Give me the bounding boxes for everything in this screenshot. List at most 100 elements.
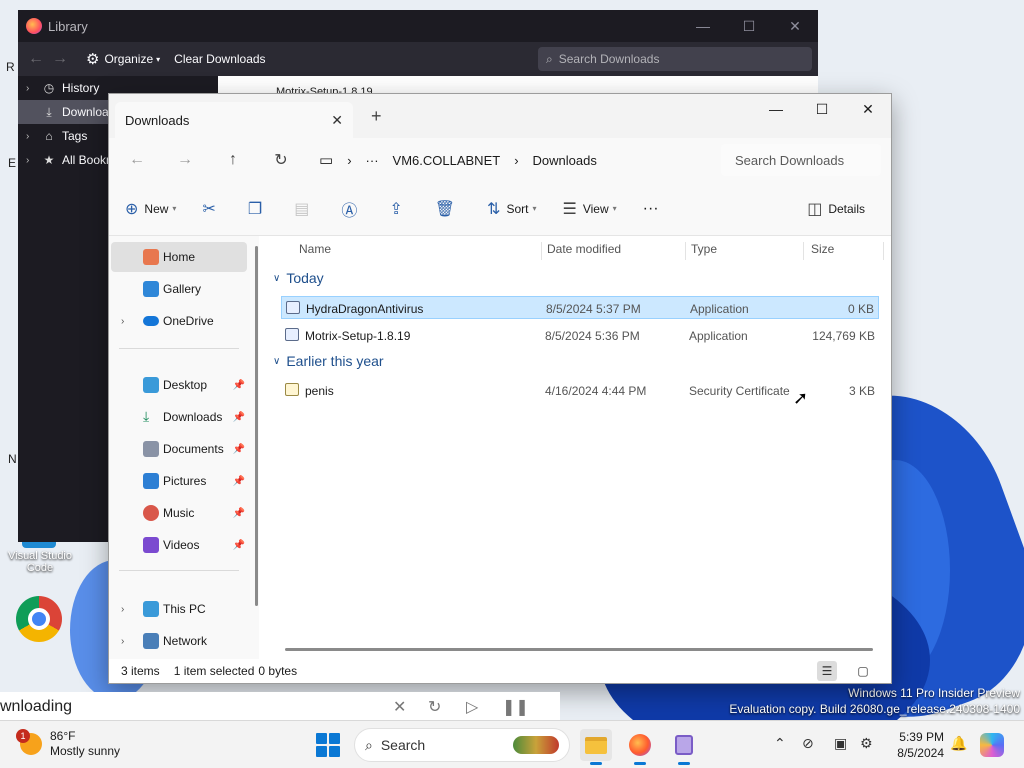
- back-arrow-icon[interactable]: ←: [24, 50, 48, 68]
- firefox-taskbar-button[interactable]: [624, 729, 656, 765]
- minimize-icon[interactable]: —: [753, 94, 799, 124]
- column-divider[interactable]: [883, 242, 884, 260]
- nav-item-documents[interactable]: Documents 📌: [111, 434, 247, 464]
- nav-item-pictures[interactable]: Pictures 📌: [111, 466, 247, 496]
- minimize-icon[interactable]: —: [680, 18, 726, 35]
- vpn-icon[interactable]: ⚙: [860, 735, 873, 752]
- nav-scrollbar[interactable]: [255, 246, 258, 606]
- chevron-right-icon[interactable]: ›: [121, 604, 124, 615]
- breadcrumb-downloads[interactable]: Downloads: [533, 153, 597, 168]
- column-divider[interactable]: [541, 242, 542, 260]
- file-explorer-taskbar-button[interactable]: [580, 729, 612, 765]
- breadcrumb-overflow[interactable]: ···: [366, 153, 379, 168]
- refresh-icon[interactable]: ↻: [428, 697, 441, 717]
- share-button[interactable]: ⇪: [389, 199, 408, 219]
- notepad-taskbar-button[interactable]: [668, 729, 700, 765]
- refresh-icon[interactable]: ↻: [257, 150, 305, 170]
- chevron-right-icon[interactable]: ›: [26, 131, 40, 142]
- chevron-right-icon[interactable]: ›: [26, 155, 40, 166]
- details-pane-icon: ◫: [807, 200, 823, 218]
- nav-item-onedrive[interactable]: › OneDrive: [111, 306, 247, 336]
- breadcrumb-pc[interactable]: VM6.COLLABNET: [393, 153, 501, 168]
- nav-item-this-pc[interactable]: › This PC: [111, 594, 247, 624]
- search-input[interactable]: Search Downloads: [721, 144, 881, 176]
- organize-button[interactable]: ⚙ Organize ▾: [86, 50, 160, 68]
- pause-icon[interactable]: ❚❚: [502, 697, 529, 717]
- table-row[interactable]: penis 4/16/2024 4:44 PM Security Certifi…: [281, 379, 879, 402]
- pin-icon[interactable]: 📌: [233, 380, 245, 391]
- tab-downloads[interactable]: Downloads ✕: [115, 102, 353, 138]
- view-button[interactable]: ☰ View ▾: [562, 199, 616, 219]
- home-icon: [143, 249, 159, 265]
- up-arrow-icon[interactable]: ↑: [209, 151, 257, 169]
- column-header-type[interactable]: Type: [691, 242, 717, 256]
- column-header-size[interactable]: Size: [811, 242, 834, 256]
- back-arrow-icon[interactable]: ←: [113, 151, 161, 169]
- paste-button[interactable]: ▤: [294, 199, 315, 219]
- nav-item-network[interactable]: › Network: [111, 626, 247, 656]
- column-divider[interactable]: [685, 242, 686, 260]
- clear-downloads-button[interactable]: Clear Downloads: [174, 52, 265, 66]
- table-row[interactable]: Motrix-Setup-1.8.19 8/5/2024 5:36 PM App…: [281, 324, 879, 347]
- pin-icon[interactable]: 📌: [233, 444, 245, 455]
- library-search-input[interactable]: ⌕ Search Downloads: [538, 47, 812, 71]
- close-tab-icon[interactable]: ✕: [331, 112, 343, 129]
- close-icon[interactable]: ✕: [772, 18, 818, 35]
- column-divider[interactable]: [803, 242, 804, 260]
- chevron-right-icon[interactable]: ›: [347, 153, 351, 168]
- pin-icon[interactable]: 📌: [233, 508, 245, 519]
- chevron-right-icon[interactable]: ›: [514, 153, 518, 168]
- new-tab-icon[interactable]: +: [371, 106, 382, 127]
- nav-item-gallery[interactable]: Gallery: [111, 274, 247, 304]
- forward-arrow-icon[interactable]: →: [48, 50, 72, 68]
- chevron-right-icon[interactable]: ›: [121, 636, 124, 647]
- chrome-icon[interactable]: [16, 596, 62, 642]
- new-button[interactable]: ⊕ New ▾: [125, 199, 176, 219]
- maximize-icon[interactable]: ☐: [726, 18, 772, 35]
- maximize-icon[interactable]: ☐: [799, 94, 845, 124]
- breadcrumb[interactable]: ▭ › ··· VM6.COLLABNET › Downloads: [319, 145, 611, 175]
- pin-icon[interactable]: 📌: [233, 412, 245, 423]
- play-icon[interactable]: ▷: [466, 697, 478, 717]
- group-header-today[interactable]: ∨ Today: [273, 270, 324, 286]
- chevron-right-icon[interactable]: ›: [121, 316, 124, 327]
- table-row[interactable]: HydraDragonAntivirus 8/5/2024 5:37 PM Ap…: [281, 296, 879, 319]
- nav-item-downloads[interactable]: ⤓ Downloads 📌: [111, 402, 247, 432]
- close-icon[interactable]: ✕: [845, 94, 891, 124]
- cut-button[interactable]: ✂: [202, 199, 221, 219]
- library-titlebar[interactable]: Library — ☐ ✕: [18, 10, 818, 42]
- column-header-date[interactable]: Date modified: [547, 242, 621, 256]
- weather-widget[interactable]: 1 86°F Mostly sunny: [16, 729, 120, 759]
- tiles-view-icon[interactable]: ▢: [853, 661, 873, 681]
- sort-button[interactable]: ⇅ Sort ▾: [487, 199, 536, 219]
- start-button[interactable]: [316, 733, 340, 757]
- taskbar-search[interactable]: ⌕ Search: [354, 728, 570, 762]
- new-label: New: [144, 201, 169, 216]
- copilot-icon[interactable]: [980, 733, 1004, 757]
- column-header-name[interactable]: Name: [299, 242, 331, 256]
- monitor-icon: ▭: [319, 152, 334, 169]
- pin-icon[interactable]: 📌: [233, 540, 245, 551]
- horizontal-scrollbar[interactable]: [285, 648, 873, 651]
- copy-button[interactable]: ❐: [248, 199, 268, 219]
- see-more-button[interactable]: ···: [643, 200, 659, 218]
- nav-item-music[interactable]: Music 📌: [111, 498, 247, 528]
- group-header-earlier[interactable]: ∨ Earlier this year: [273, 353, 384, 369]
- nav-item-home[interactable]: Home: [111, 242, 247, 272]
- system-clock[interactable]: 5:39 PM 8/5/2024: [874, 729, 944, 761]
- close-icon[interactable]: ✕: [393, 697, 406, 717]
- delete-button[interactable]: 🗑: [435, 199, 461, 219]
- pin-icon[interactable]: 📌: [233, 476, 245, 487]
- chevron-right-icon[interactable]: ›: [26, 83, 40, 94]
- details-pane-button[interactable]: ◫ Details: [807, 199, 865, 219]
- nav-item-desktop[interactable]: Desktop 📌: [111, 370, 247, 400]
- display-icon[interactable]: ▣: [834, 735, 847, 752]
- rename-button[interactable]: Ⓐ: [341, 197, 363, 221]
- nav-item-videos[interactable]: Videos 📌: [111, 530, 247, 560]
- forward-arrow-icon[interactable]: →: [161, 151, 209, 169]
- details-view-icon[interactable]: ☰: [817, 661, 837, 681]
- desktop-icon-vscode-label[interactable]: Visual Studio Code: [2, 550, 78, 574]
- chevron-up-icon[interactable]: ⌃: [774, 735, 786, 752]
- bell-icon[interactable]: 🔔: [950, 735, 967, 752]
- network-off-icon[interactable]: ⊘: [802, 735, 814, 752]
